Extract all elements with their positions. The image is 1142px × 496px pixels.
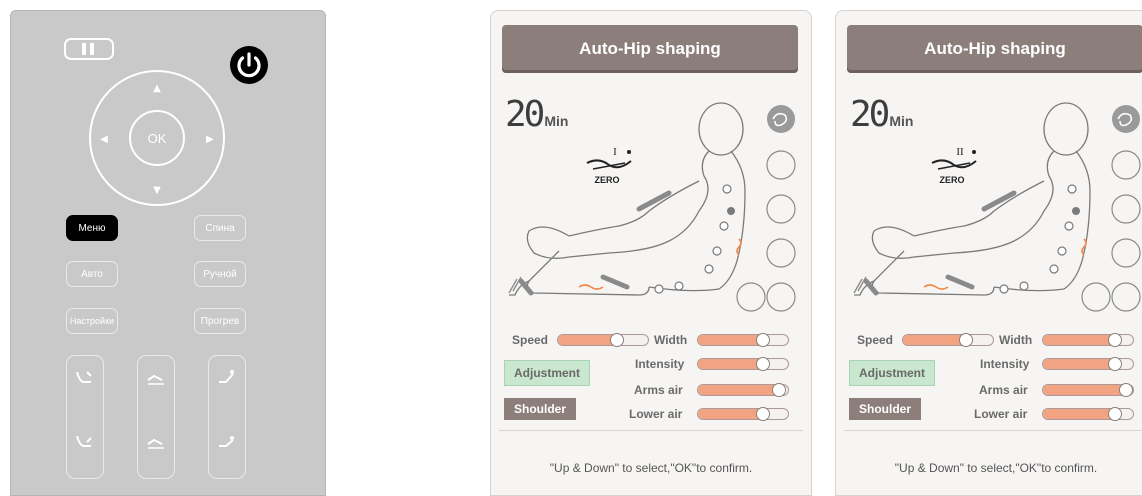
- settings-label: Настройки: [69, 316, 115, 326]
- arms-air-label: Arms air: [634, 383, 683, 397]
- adjustment-label: Adjustment: [859, 366, 925, 380]
- power-button[interactable]: [229, 45, 269, 85]
- lower-air-label: Lower air: [974, 407, 1028, 421]
- up-arrow-icon[interactable]: ▲: [153, 83, 161, 94]
- auto-label: Авто: [81, 268, 103, 280]
- massage-icon[interactable]: [767, 105, 795, 133]
- zero-gravity-1-icon[interactable]: [145, 368, 167, 390]
- arms-air-slider[interactable]: [1042, 383, 1134, 397]
- recline-column-3: [208, 355, 246, 479]
- side-circle-2: [1111, 150, 1141, 180]
- instruction-hint: "Up & Down" to select,"OK"to confirm.: [894, 461, 1098, 475]
- side-circle-5: [1111, 282, 1141, 312]
- down-arrow-icon[interactable]: ▼: [153, 185, 161, 196]
- legrest-up-icon[interactable]: [216, 368, 238, 390]
- mode-label: ZERO: [594, 175, 619, 185]
- mode-numeral: I: [613, 146, 617, 158]
- divider: [844, 430, 1142, 431]
- lower-air-label: Lower air: [629, 407, 683, 421]
- direction-pad: OK ▲ ▼ ◀ ▶: [89, 70, 225, 206]
- menu-button[interactable]: Меню: [66, 215, 118, 241]
- adjustment-label: Adjustment: [514, 366, 580, 380]
- recline-down-icon[interactable]: [74, 432, 96, 454]
- massage-icon[interactable]: [1112, 105, 1140, 133]
- back-label: Спина: [205, 222, 235, 234]
- heat-button[interactable]: Прогрев: [194, 308, 246, 334]
- adjustment-button[interactable]: Adjustment: [849, 360, 935, 386]
- speed-slider[interactable]: [557, 333, 649, 347]
- side-circle-2: [766, 150, 796, 180]
- side-circle-4: [766, 238, 796, 268]
- side-circle-5: [766, 282, 796, 312]
- zero-gravity-2-icon[interactable]: [145, 432, 167, 454]
- lower-air-slider[interactable]: [697, 407, 789, 421]
- adjustment-button[interactable]: Adjustment: [504, 360, 590, 386]
- lower-air-slider[interactable]: [1042, 407, 1134, 421]
- arms-air-label: Arms air: [979, 383, 1028, 397]
- side-circle-4: [1111, 238, 1141, 268]
- divider: [499, 430, 803, 431]
- zero-gravity-icon: I ZERO: [586, 146, 632, 185]
- head: [1043, 102, 1089, 156]
- mode-numeral: II: [956, 146, 964, 158]
- program-title: Auto-Hip shaping: [847, 25, 1142, 73]
- back-button[interactable]: Спина: [194, 215, 246, 241]
- intensity-slider[interactable]: [1042, 357, 1134, 371]
- speed-label: Speed: [512, 333, 549, 347]
- menu-label: Меню: [78, 222, 106, 234]
- head: [698, 102, 744, 156]
- width-slider[interactable]: [1042, 333, 1134, 347]
- recline-column-2: [137, 355, 175, 479]
- speed-slider[interactable]: [902, 333, 994, 347]
- body-figure: [853, 102, 1141, 312]
- side-circle-3: [1111, 194, 1141, 224]
- arms-air-slider[interactable]: [697, 383, 789, 397]
- mode-label: ZERO: [939, 175, 964, 185]
- shoulder-button[interactable]: Shoulder: [849, 398, 921, 420]
- width-label: Width: [999, 333, 1033, 347]
- intensity-label: Intensity: [635, 357, 685, 371]
- legrest-down-icon[interactable]: [216, 432, 238, 454]
- body-figure: [508, 102, 796, 312]
- side-circle-3: [766, 194, 796, 224]
- program-panel-2: Auto-Hip shaping 20 Min II ZERO Speed Wi…: [835, 10, 1142, 496]
- shoulder-label: Shoulder: [858, 402, 911, 416]
- right-arrow-icon[interactable]: ▶: [206, 134, 214, 145]
- ok-label: OK: [148, 131, 167, 146]
- shoulder-label: Shoulder: [513, 402, 566, 416]
- settings-button[interactable]: Настройки: [66, 308, 118, 334]
- left-arrow-icon[interactable]: ◀: [100, 134, 108, 145]
- side-circle-6: [1081, 282, 1111, 312]
- heat-label: Прогрев: [200, 315, 240, 327]
- pause-button[interactable]: [64, 38, 114, 60]
- instruction-hint: "Up & Down" to select,"OK"to confirm.: [549, 461, 753, 475]
- remote-control: OK ▲ ▼ ◀ ▶ Меню Спина Авто Ручной Настро…: [10, 10, 326, 496]
- auto-button[interactable]: Авто: [66, 261, 118, 287]
- recline-up-icon[interactable]: [74, 368, 96, 390]
- intensity-slider[interactable]: [697, 357, 789, 371]
- manual-button[interactable]: Ручной: [194, 261, 246, 287]
- intensity-label: Intensity: [980, 357, 1030, 371]
- speed-label: Speed: [857, 333, 894, 347]
- recline-column-1: [66, 355, 104, 479]
- program-title: Auto-Hip shaping: [502, 25, 798, 73]
- width-slider[interactable]: [697, 333, 789, 347]
- manual-label: Ручной: [203, 268, 237, 280]
- program-panel-1: Auto-Hip shaping 20 Min I ZERO Speed Wid…: [490, 10, 812, 496]
- zero-gravity-icon: II ZERO: [931, 146, 977, 185]
- shoulder-button[interactable]: Shoulder: [504, 398, 576, 420]
- side-circle-6: [736, 282, 766, 312]
- width-label: Width: [654, 333, 688, 347]
